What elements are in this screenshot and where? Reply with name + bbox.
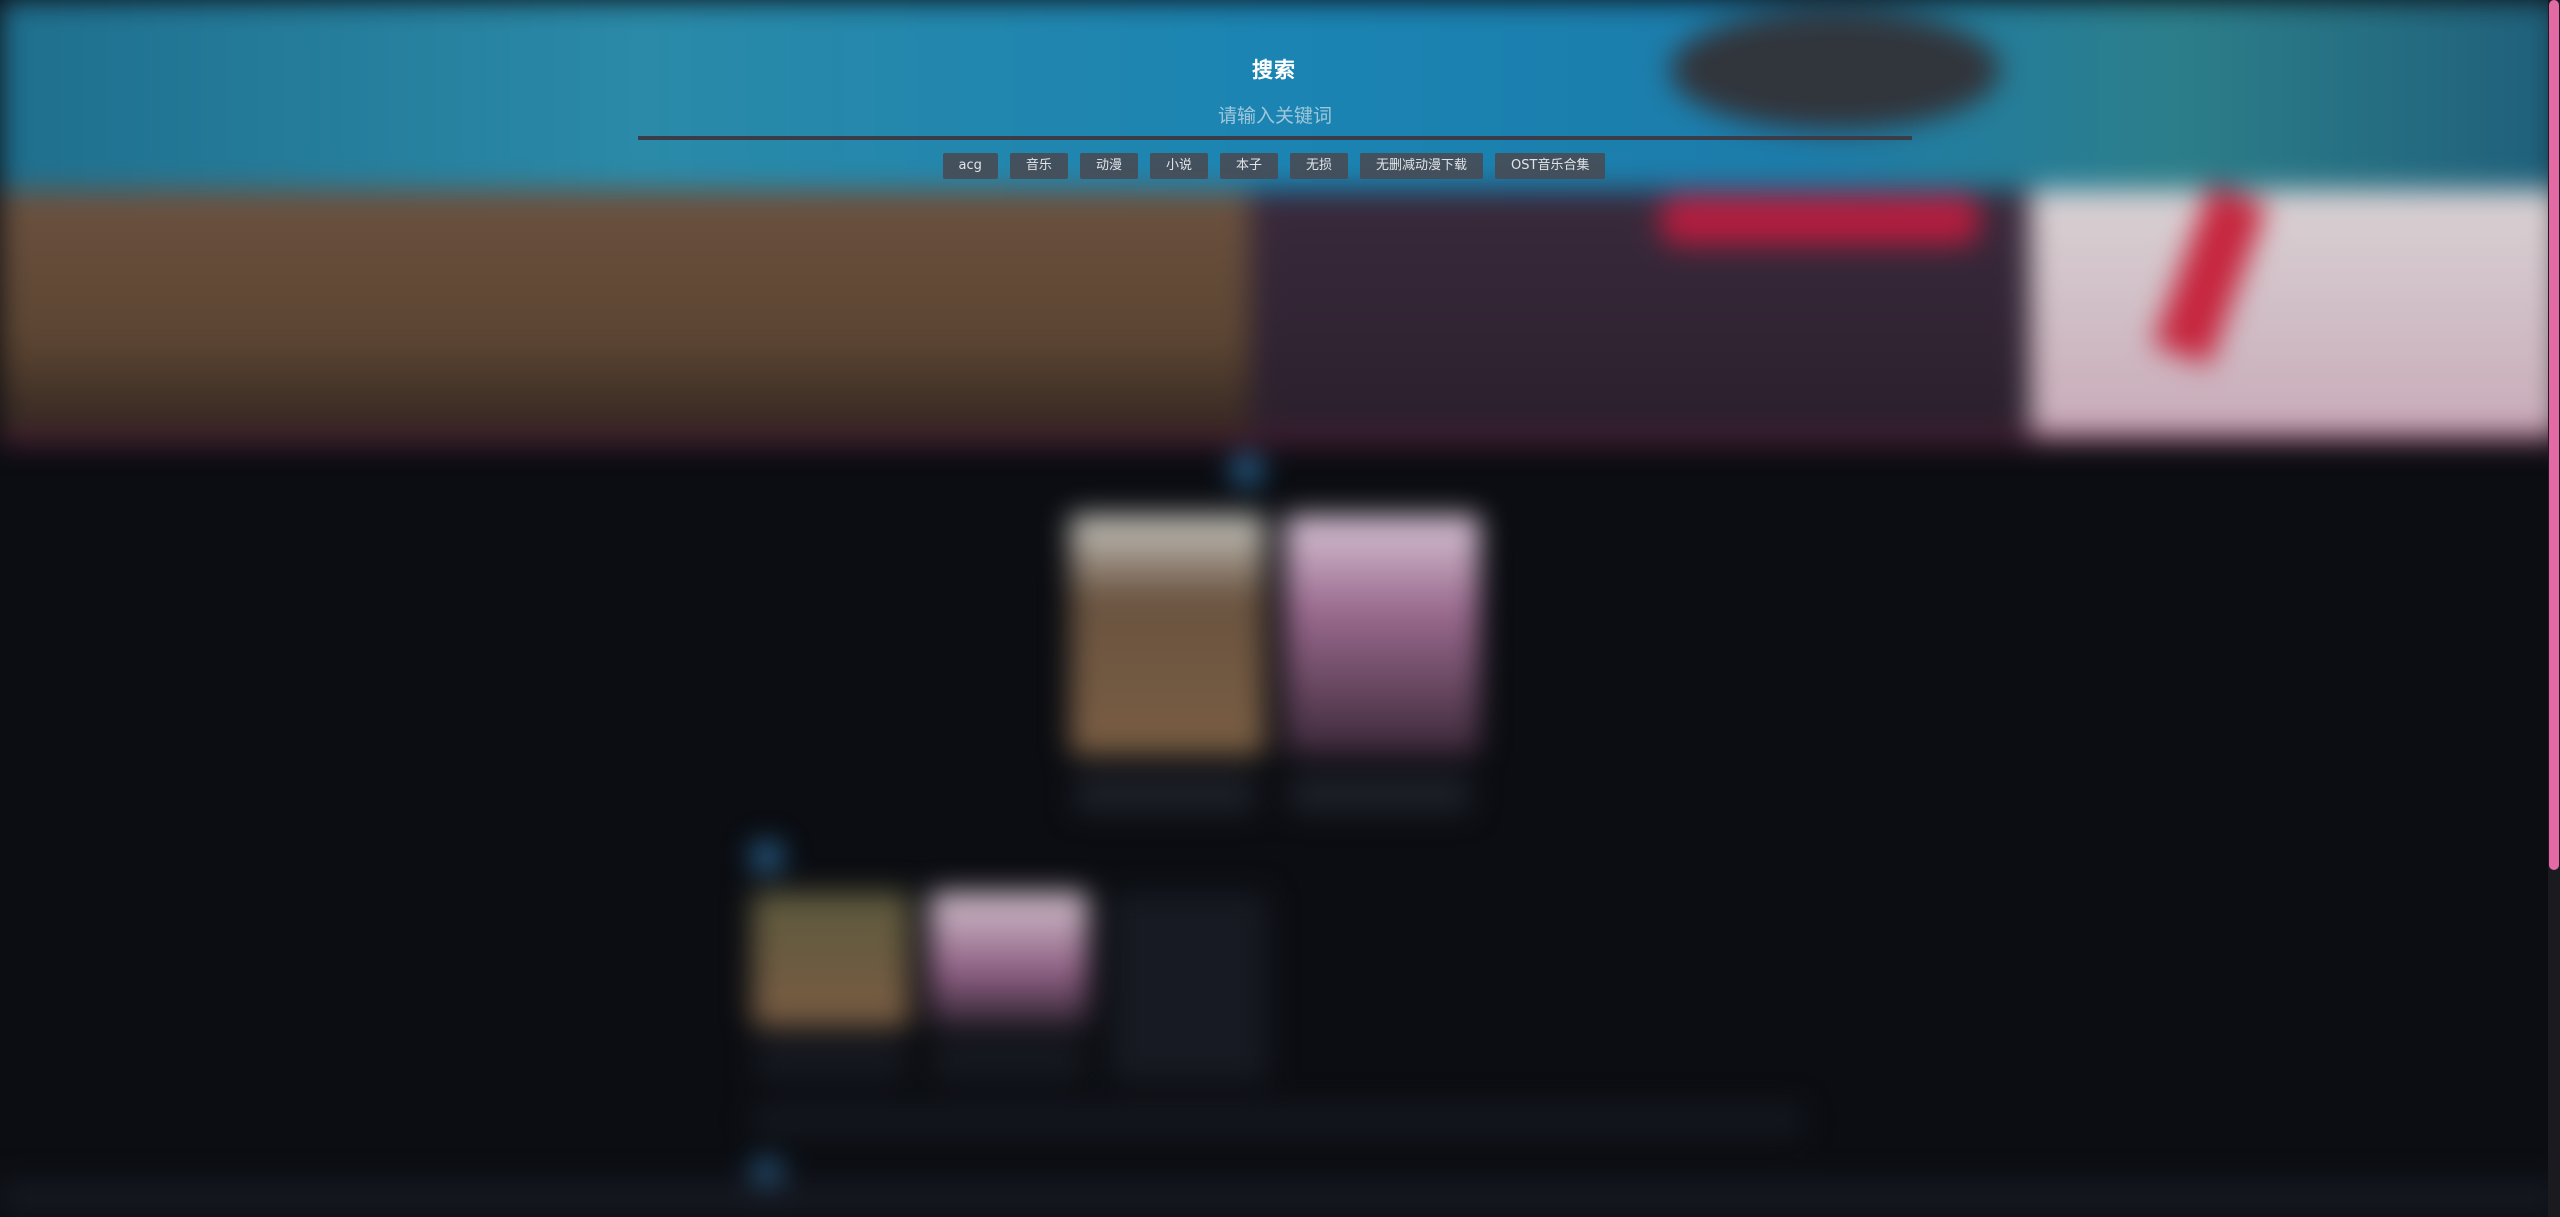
search-tag-doujin[interactable]: 本子 xyxy=(1219,153,1278,179)
search-tag-anime[interactable]: 动漫 xyxy=(1079,153,1138,179)
search-overlay: 搜索 acg 音乐 动漫 小说 本子 无损 无删减动漫下载 OST音乐合集 xyxy=(0,0,2548,190)
hero-image-right xyxy=(2030,190,2560,440)
page: 搜索 acg 音乐 动漫 小说 本子 无损 无删减动漫下载 OST音乐合集 xyxy=(0,0,2560,1217)
search-tag-list: acg 音乐 动漫 小说 本子 无损 无删减动漫下载 OST音乐合集 xyxy=(0,153,2548,179)
bottom-bar xyxy=(0,1180,2560,1217)
hero-scarf-artwork xyxy=(1660,195,1980,245)
post-card-thumbnail xyxy=(1110,892,1268,1082)
search-tag-novel[interactable]: 小说 xyxy=(1149,153,1208,179)
search-tag-ost-collection[interactable]: OST音乐合集 xyxy=(1495,153,1606,179)
search-tag-lossless[interactable]: 无损 xyxy=(1289,153,1348,179)
post-card-caption xyxy=(755,1040,905,1080)
page-scrollbar[interactable] xyxy=(2548,0,2560,1217)
post-card-thumbnail xyxy=(930,892,1088,1027)
post-card-thumbnail xyxy=(752,892,910,1027)
section-icon xyxy=(752,842,782,872)
search-input[interactable] xyxy=(638,96,1912,140)
hero-divider xyxy=(0,435,2560,443)
featured-card-thumbnail xyxy=(1285,515,1480,755)
scrollbar-thumb[interactable] xyxy=(2549,0,2559,870)
search-title: 搜索 xyxy=(1252,58,1296,82)
featured-card-thumbnail xyxy=(1070,515,1265,755)
featured-card-caption xyxy=(1075,775,1255,813)
hero-image-left xyxy=(0,190,1250,440)
post-card-caption xyxy=(933,1040,1083,1080)
search-tag-uncut-anime-download[interactable]: 无删减动漫下载 xyxy=(1360,153,1484,179)
featured-card-caption xyxy=(1290,775,1470,813)
section-icon xyxy=(1232,455,1262,485)
load-more-bar xyxy=(752,1105,1802,1135)
search-tag-acg[interactable]: acg xyxy=(942,153,998,179)
search-tag-music[interactable]: 音乐 xyxy=(1009,153,1068,179)
